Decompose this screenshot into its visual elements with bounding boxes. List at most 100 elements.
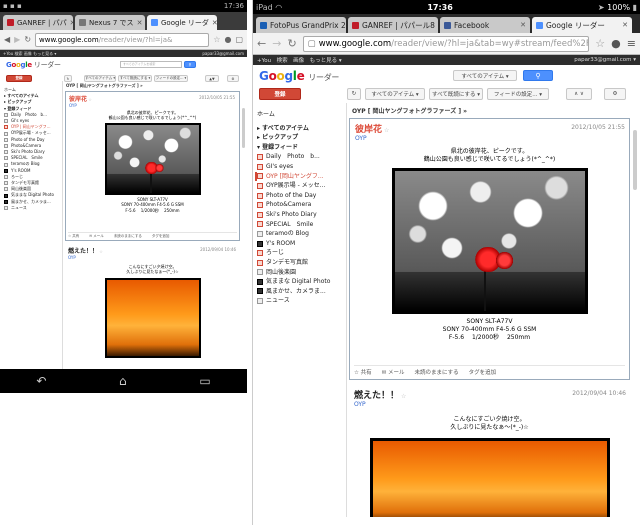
tab-fotopus[interactable]: FotoPus GrandPrix 20✕ [256,17,346,33]
url-field[interactable]: ▢ www.google.com/reader/view/?hl=ja&tab=w… [302,35,590,52]
feed-item[interactable]: ろーじ [257,248,347,258]
add-tag-action[interactable]: タグを追加 [152,234,170,239]
close-icon[interactable]: ✕ [619,21,628,29]
star-icon[interactable]: ☆ [213,35,220,44]
feed-item[interactable]: OYP展示場 - メッセ... [257,181,347,191]
entry-title[interactable]: 燃えた！！ [354,391,399,401]
entry-title[interactable]: 彼岸花 [355,125,382,135]
mic-icon[interactable]: ● [224,35,231,44]
back-icon[interactable]: ← [257,37,266,50]
feed-item[interactable]: タンデモ写真館 [257,258,347,268]
mark-all-read-dropdown[interactable]: すべて既読にする ▾ [429,88,483,100]
feed-item[interactable]: SPECIAL Smile [257,220,347,230]
email-action[interactable]: ✉ メール [382,368,405,376]
close-icon[interactable]: ✕ [435,21,439,29]
star-icon[interactable]: ☆ [401,393,406,400]
search-button[interactable]: ⚲ [184,61,196,68]
tab-google-reader[interactable]: Google リーダー ✕ [532,17,632,33]
back-icon[interactable]: ◀ [4,35,10,44]
search-input[interactable]: すべてのアイテムを検索 [120,61,182,68]
tabs-count-icon[interactable]: ▢ [235,35,243,44]
subscribe-button[interactable]: 登録 [259,88,301,100]
feed-item[interactable]: Photo of the Day [257,191,347,201]
gbar-user[interactable]: papar33@gmail.com [202,51,244,56]
feed-item[interactable]: Photo&Camera [257,200,347,210]
forward-icon[interactable]: → [272,37,281,50]
gbar-link-you[interactable]: +You [3,51,13,56]
menu-icon[interactable]: ≡ [627,37,636,50]
gbar-link-images[interactable]: 画像 [24,51,32,56]
url-field[interactable]: www.google.com/reader/view/?hl=ja& [35,32,210,47]
scrollbar[interactable] [633,130,637,190]
share-action[interactable]: ☆ 共有 [354,368,372,376]
reload-icon[interactable]: ↻ [287,37,296,50]
feed-item[interactable]: teramoの Blog [257,229,347,239]
close-icon[interactable]: ✕ [134,19,143,27]
star-icon[interactable]: ☆ [99,249,103,254]
tab-google-reader[interactable]: Google リーダ ✕ [147,15,217,30]
google-reader-logo[interactable]: Google リーダー [259,69,339,83]
feed-title[interactable]: OYP [ 岡山ヤングフォトグラファーズ ] » [347,103,632,118]
feed-item[interactable]: Y's ROOM [257,239,347,249]
feed-icon [257,221,263,228]
subscribe-button[interactable]: 登録 [6,75,32,82]
feed-item[interactable]: 岡山後楽園 [257,268,347,278]
nav-all-items[interactable]: ▸ すべてのアイテム [257,124,347,134]
reload-icon[interactable]: ↻ [24,35,31,44]
entry-source[interactable]: OYP [69,103,236,108]
close-icon[interactable]: ✕ [517,21,526,29]
add-tag-action[interactable]: タグを追加 [469,368,497,376]
all-items-dropdown[interactable]: すべてのアイテム ▾ [365,88,425,100]
nav-subscriptions[interactable]: ▾ 登録フィード [257,143,347,153]
share-action[interactable]: ☆ 共有 [68,234,79,239]
all-items-search-scope[interactable]: すべてのアイテム ▾ [453,70,517,81]
back-nav-icon[interactable]: ↶ [36,374,46,388]
gbar-link-images[interactable]: 画像 [293,58,304,64]
entry-title[interactable]: 彼岸花 [69,96,87,103]
feed-title[interactable]: OYP [ 岡山ヤングフォトグラファーズ ] » [63,81,242,91]
refresh-button[interactable]: ↻ [347,88,361,100]
settings-button[interactable]: ⚙ [604,88,626,100]
entry-source[interactable]: OYP [355,135,624,142]
gbar-link-you[interactable]: +You [257,58,271,64]
nav-pickup[interactable]: ▸ ピックアップ [257,133,347,143]
scrollbar[interactable] [242,108,245,148]
email-action[interactable]: ✉ メール [89,234,104,239]
search-button[interactable]: ⚲ [523,70,553,81]
feed-settings-dropdown[interactable]: フィードの設定... ▾ [487,88,549,100]
feed-item[interactable]: Daily Photo b... [257,152,347,162]
forward-icon[interactable]: ▶ [14,35,20,44]
tab-ganref[interactable]: GANREF | パパ ✕ [3,15,73,30]
gbar-link-search[interactable]: 検索 [277,58,288,64]
star-icon[interactable]: ☆ [595,37,605,50]
feed-item[interactable]: ニュース [4,205,60,211]
feed-item[interactable]: 気ままな Digital Photo [257,277,347,287]
keep-unread-action[interactable]: 未読のままにする [114,234,142,239]
gbar-user[interactable]: papar33@gmail.com ▾ [574,57,636,63]
tab-nexus[interactable]: Nexus 7 でス ✕ [75,15,145,30]
tab-ganref[interactable]: GANREF | パパール8✕ [348,17,438,33]
close-icon[interactable]: ✕ [67,19,73,27]
keep-unread-action[interactable]: 未読のままにする [415,368,459,376]
gbar-link-more[interactable]: もっと見る ▾ [310,58,342,64]
gbar-link-search[interactable]: 検索 [15,51,23,56]
star-icon[interactable]: ☆ [88,97,92,102]
close-icon[interactable]: ✕ [209,19,217,27]
home-nav-icon[interactable]: ⌂ [119,374,127,388]
mic-icon[interactable]: ● [611,37,621,50]
google-reader-logo[interactable]: Google リーダー [6,60,61,70]
feed-item[interactable]: ニュース [257,296,347,306]
gbar-link-more[interactable]: もっと見る ▾ [33,51,56,56]
entry-source[interactable]: OYP [354,401,625,408]
feed-item-selected[interactable]: OYP [岡山ヤングフ... [255,171,347,182]
recents-nav-icon[interactable]: ▭ [199,374,210,388]
entry-source[interactable]: OYP [68,255,237,260]
prev-next-buttons[interactable]: ∧ ∨ [566,88,592,100]
tab-facebook[interactable]: Facebook ✕ [440,17,530,33]
entry-title[interactable]: 燃えた！！ [68,248,98,255]
star-icon[interactable]: ☆ [384,127,389,134]
feed-item[interactable]: 風まかせ、カメラま... [257,287,347,297]
nav-home[interactable]: ホーム [257,110,347,120]
feed-item[interactable]: GI's eyes [257,162,347,172]
feed-item[interactable]: Ski's Photo Diary [257,210,347,220]
